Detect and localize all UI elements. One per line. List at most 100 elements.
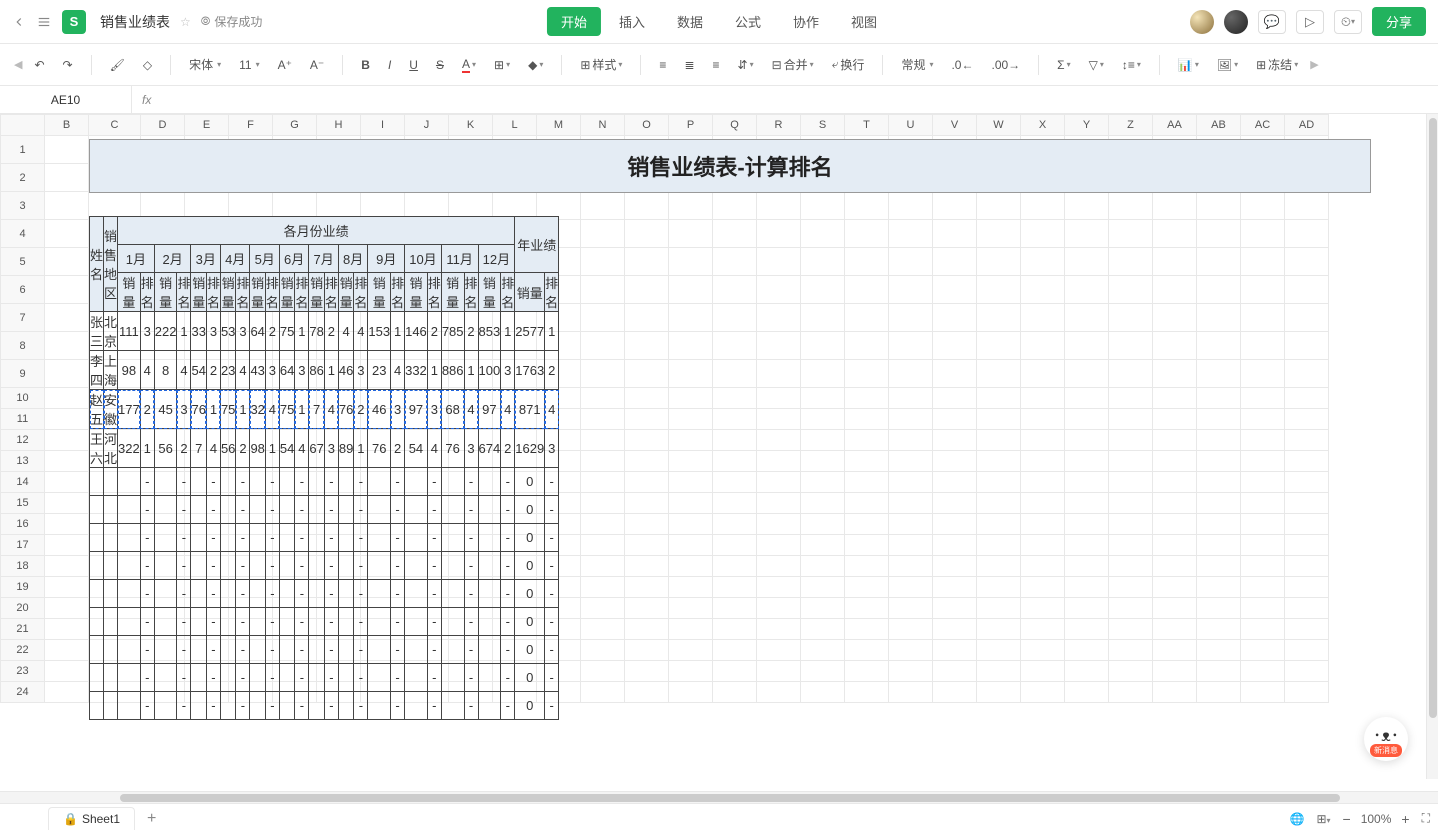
cell[interactable] — [45, 409, 89, 430]
cell[interactable] — [669, 598, 713, 619]
cell[interactable] — [1021, 640, 1065, 661]
cell[interactable] — [45, 164, 89, 192]
cell[interactable] — [1153, 661, 1197, 682]
cell[interactable] — [1197, 472, 1241, 493]
underline-icon[interactable]: U — [403, 54, 424, 76]
menu-tab-公式[interactable]: 公式 — [721, 7, 775, 36]
cell-rank[interactable]: - — [501, 468, 515, 496]
align-right-icon[interactable]: ≡ — [707, 54, 726, 76]
cell-rank[interactable]: - — [295, 580, 309, 608]
number-format-select[interactable]: 常规▾ — [895, 54, 939, 75]
cell[interactable] — [1109, 598, 1153, 619]
cell-rank[interactable]: - — [265, 524, 279, 552]
cell-sales[interactable]: 76 — [368, 429, 391, 468]
cell-sales[interactable] — [368, 496, 391, 524]
cell[interactable] — [1109, 493, 1153, 514]
cell[interactable] — [1197, 332, 1241, 360]
cell-rank[interactable]: - — [391, 608, 405, 636]
cell-rank[interactable]: - — [391, 580, 405, 608]
back-icon[interactable] — [12, 15, 26, 29]
cell[interactable] — [1109, 276, 1153, 304]
cell[interactable] — [581, 220, 625, 248]
cell-rank[interactable]: - — [265, 636, 279, 664]
cell[interactable] — [1153, 682, 1197, 703]
table-row[interactable]: ------------0- — [90, 692, 559, 720]
cell[interactable] — [977, 493, 1021, 514]
cell[interactable] — [757, 472, 801, 493]
column-header[interactable]: Z — [1109, 115, 1153, 136]
cell-region[interactable] — [104, 608, 118, 636]
cell[interactable] — [581, 332, 625, 360]
cell-sales[interactable] — [250, 580, 265, 608]
cell-rank[interactable]: 2 — [265, 312, 279, 351]
cell[interactable] — [1021, 248, 1065, 276]
cell-sales[interactable]: 64 — [250, 312, 265, 351]
table-row[interactable]: 赵五安徽177245376175132475174762463973684974… — [90, 390, 559, 429]
cell-sales[interactable] — [441, 580, 464, 608]
cell[interactable] — [1285, 661, 1329, 682]
cell-sales[interactable] — [220, 664, 235, 692]
cell[interactable] — [1021, 661, 1065, 682]
cell-rank[interactable]: - — [140, 664, 154, 692]
cell[interactable] — [1241, 472, 1285, 493]
cell[interactable] — [757, 304, 801, 332]
cell-rank[interactable]: - — [177, 468, 191, 496]
cell-rank[interactable]: 4 — [391, 351, 405, 390]
fill-color-icon[interactable]: ◆▾ — [522, 54, 549, 76]
cell[interactable] — [933, 248, 977, 276]
cell[interactable] — [889, 640, 933, 661]
cell[interactable] — [801, 514, 845, 535]
cell-sales[interactable]: 54 — [405, 429, 428, 468]
cell-year-rank[interactable]: 4 — [545, 390, 559, 429]
align-left-icon[interactable]: ≡ — [653, 54, 672, 76]
cell-sales[interactable] — [191, 692, 206, 720]
formula-input[interactable] — [161, 86, 1438, 113]
cell[interactable] — [845, 661, 889, 682]
cell-sales[interactable] — [250, 636, 265, 664]
row-header[interactable]: 5 — [1, 248, 45, 276]
cell[interactable] — [1065, 472, 1109, 493]
cell[interactable] — [1197, 598, 1241, 619]
cell-sales[interactable] — [368, 608, 391, 636]
cell[interactable] — [1065, 192, 1109, 220]
cell[interactable] — [1065, 451, 1109, 472]
filter-icon[interactable]: ▽▾ — [1083, 54, 1110, 76]
cell[interactable] — [757, 598, 801, 619]
column-header[interactable]: H — [317, 115, 361, 136]
cell-sales[interactable] — [154, 524, 177, 552]
cell[interactable] — [581, 619, 625, 640]
cell[interactable] — [1109, 556, 1153, 577]
cell[interactable] — [933, 535, 977, 556]
cell-sales[interactable]: 177 — [118, 390, 141, 429]
cell-sales[interactable]: 111 — [118, 312, 141, 351]
cell[interactable] — [1109, 248, 1153, 276]
cell-sales[interactable]: 33 — [191, 312, 206, 351]
cell-rank[interactable]: - — [427, 636, 441, 664]
cell[interactable] — [757, 360, 801, 388]
cell[interactable] — [1285, 640, 1329, 661]
cell[interactable] — [1065, 598, 1109, 619]
cell[interactable] — [713, 192, 757, 220]
cell[interactable] — [933, 360, 977, 388]
table-row[interactable]: ------------0- — [90, 524, 559, 552]
cell-sales[interactable]: 46 — [368, 390, 391, 429]
cell-sales[interactable]: 68 — [441, 390, 464, 429]
cell[interactable] — [845, 598, 889, 619]
cell[interactable] — [801, 619, 845, 640]
cell-sales[interactable]: 98 — [250, 429, 265, 468]
table-row[interactable]: ------------0- — [90, 636, 559, 664]
cell[interactable] — [1109, 472, 1153, 493]
cell[interactable] — [1021, 332, 1065, 360]
cell[interactable] — [977, 451, 1021, 472]
cell-sales[interactable] — [368, 664, 391, 692]
cell-rank[interactable]: 1 — [265, 429, 279, 468]
cell[interactable] — [1065, 535, 1109, 556]
cell-sales[interactable] — [191, 468, 206, 496]
cell[interactable] — [1021, 535, 1065, 556]
cell[interactable] — [1197, 248, 1241, 276]
cell-rank[interactable]: 1 — [295, 390, 309, 429]
toolbar-scroll-right-icon[interactable]: ▶ — [1310, 58, 1318, 71]
cell[interactable] — [1197, 556, 1241, 577]
cell-sales[interactable] — [441, 692, 464, 720]
cell-sales[interactable] — [250, 524, 265, 552]
